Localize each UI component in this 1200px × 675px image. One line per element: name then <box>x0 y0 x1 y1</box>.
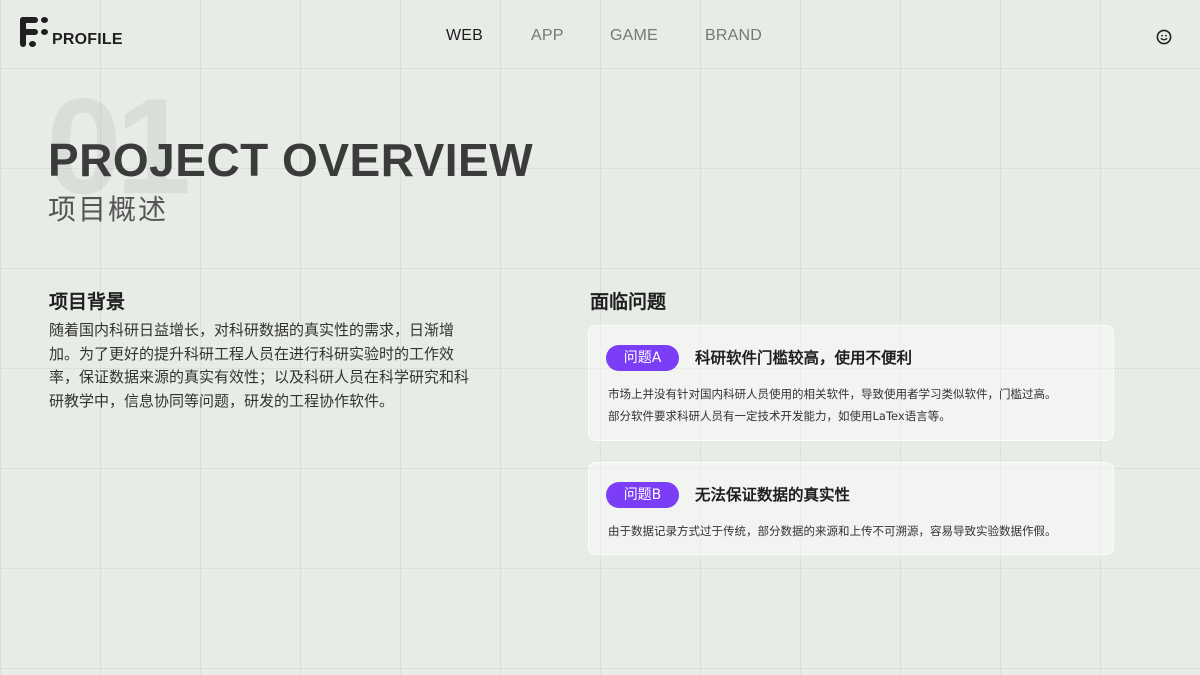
page-subtitle: 项目概述 <box>48 193 169 226</box>
problem-card-a: 问题A 科研软件门槛较高，使用不便利 市场上并没有针对国内科研人员使用的相关软件… <box>588 325 1114 441</box>
problem-desc-line: 部分软件要求科研人员有一定技术开发能力，如使用LaTex语言等。 <box>608 409 951 423</box>
problem-title-b: 无法保证数据的真实性 <box>695 486 851 504</box>
problem-desc-a: 市场上并没有针对国内科研人员使用的相关软件，导致使用者学习类似软件，门槛过高。 … <box>608 383 1098 427</box>
problem-card-b: 问题B 无法保证数据的真实性 由于数据记录方式过于传统，部分数据的来源和上传不可… <box>588 462 1114 555</box>
problem-desc-line: 市场上并没有针对国内科研人员使用的相关软件，导致使用者学习类似软件，门槛过高。 <box>608 387 1057 401</box>
nav-item-brand[interactable]: BRAND <box>705 27 762 45</box>
problem-badge-a[interactable]: 问题A <box>606 345 679 371</box>
problem-title-a: 科研软件门槛较高，使用不便利 <box>695 349 913 367</box>
problem-badge-b[interactable]: 问题B <box>606 482 679 508</box>
header: PROFILE WEB APP GAME BRAND <box>0 0 1200 70</box>
background-paragraph: 随着国内科研日益增长，对科研数据的真实性的需求，日渐增加。为了更好的提升科研工程… <box>49 321 470 410</box>
nav-item-app[interactable]: APP <box>531 27 564 45</box>
problem-desc-line: 由于数据记录方式过于传统，部分数据的来源和上传不可溯源，容易导致实验数据作假。 <box>608 524 1057 538</box>
problem-desc-b: 由于数据记录方式过于传统，部分数据的来源和上传不可溯源，容易导致实验数据作假。 <box>608 520 1098 542</box>
main-nav: WEB APP GAME BRAND <box>0 27 1200 47</box>
nav-item-game[interactable]: GAME <box>610 27 658 45</box>
problems-heading: 面临问题 <box>590 291 667 313</box>
smiley-icon[interactable] <box>1156 29 1172 45</box>
nav-item-web[interactable]: WEB <box>446 27 483 45</box>
background-heading: 项目背景 <box>49 291 126 313</box>
page-title: PROJECT OVERVIEW <box>48 134 534 186</box>
